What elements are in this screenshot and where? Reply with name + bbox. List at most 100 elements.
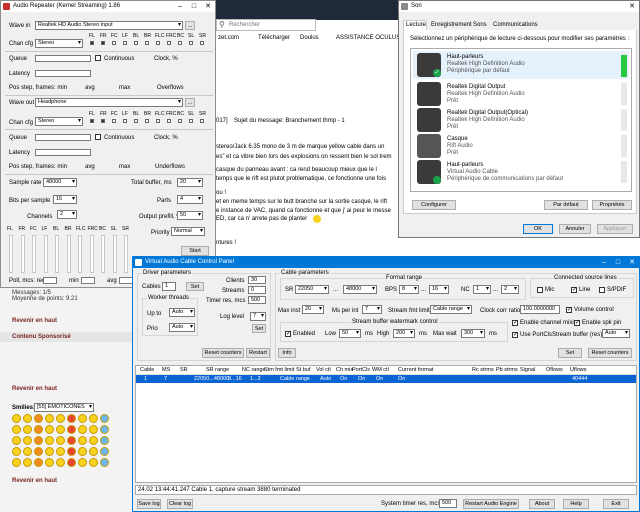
set-default-button[interactable]: Par défaut: [544, 200, 588, 210]
exit-button[interactable]: Exit: [603, 499, 629, 509]
continuous-checkbox[interactable]: [95, 55, 101, 61]
back-to-top-link[interactable]: Revenir en haut: [12, 386, 57, 393]
wave-out-more-button[interactable]: ...: [185, 98, 195, 107]
mic-checkbox[interactable]: [537, 287, 543, 293]
cancel-button[interactable]: Annuler: [559, 224, 591, 234]
help-button[interactable]: Help: [563, 499, 589, 509]
emoticon-icon[interactable]: [34, 458, 43, 467]
emoticon-icon[interactable]: [89, 414, 98, 423]
emoticon-icon[interactable]: [89, 425, 98, 434]
emoticon-icon[interactable]: [78, 447, 87, 456]
upto-select[interactable]: Auto: [169, 308, 195, 317]
channel-checkbox[interactable]: [156, 119, 160, 123]
emoticon-icon[interactable]: [12, 414, 21, 423]
emoticon-icon[interactable]: [34, 447, 43, 456]
smilies-select[interactable]: [55] EMOTICONES: [34, 403, 94, 412]
emoticon-icon[interactable]: [78, 425, 87, 434]
table-column-header[interactable]: Vol ctl: [316, 367, 331, 373]
table-column-header[interactable]: Rc strms: [472, 367, 494, 373]
wave-in-more-button[interactable]: ...: [185, 21, 195, 30]
close-icon[interactable]: ✕: [625, 1, 639, 12]
minimize-icon[interactable]: –: [173, 1, 187, 12]
emoticon-icon[interactable]: [56, 447, 65, 456]
tab-communications[interactable]: Communications: [493, 22, 538, 29]
tab-sons[interactable]: Sons: [473, 22, 487, 29]
emoticon-icon[interactable]: [100, 425, 109, 434]
bookmark-link[interactable]: Télécharger: [258, 35, 290, 42]
table-column-header[interactable]: SR range: [206, 367, 229, 373]
emoticon-icon[interactable]: [23, 447, 32, 456]
line-checkbox[interactable]: [571, 286, 577, 293]
table-column-header[interactable]: NC range: [242, 367, 266, 373]
browser-search-box[interactable]: ⚲ Rechercher: [216, 19, 316, 31]
device-row[interactable]: ✓ Haut-parleurs Realtek High Definition …: [413, 51, 629, 79]
sample-rate-select[interactable]: 48000: [43, 178, 77, 187]
channel-checkbox[interactable]: [101, 41, 105, 45]
cable-reset-counters-button[interactable]: Reset counters: [588, 348, 632, 358]
channel-checkbox[interactable]: [178, 119, 182, 123]
low-select[interactable]: 50: [339, 329, 361, 338]
back-to-top-link[interactable]: Revenir en haut: [12, 318, 57, 325]
max-wait-select[interactable]: 300: [461, 329, 485, 338]
back-to-top-link[interactable]: Revenir en haut: [12, 478, 57, 485]
save-log-button[interactable]: Save log: [137, 499, 161, 509]
info-button[interactable]: Info: [278, 348, 296, 358]
clock-corr-input[interactable]: 100.0000000: [520, 305, 560, 314]
enabled-checkbox[interactable]: [285, 330, 291, 337]
table-column-header[interactable]: PortCls: [352, 367, 370, 373]
volume-control-checkbox[interactable]: [566, 306, 572, 313]
table-column-header[interactable]: WM ctl: [372, 367, 389, 373]
table-column-header[interactable]: Ch mix: [336, 367, 353, 373]
channel-checkbox[interactable]: [112, 41, 116, 45]
channel-checkbox[interactable]: [167, 41, 171, 45]
channel-mixing-checkbox[interactable]: [512, 319, 518, 326]
restart-engine-button[interactable]: Restart Audio Engine: [463, 499, 519, 509]
cables-set-button[interactable]: Set: [186, 282, 204, 291]
emoticon-icon[interactable]: [89, 447, 98, 456]
tab-enregistrement[interactable]: Enregistrement: [431, 22, 472, 29]
channel-checkbox[interactable]: [189, 41, 193, 45]
close-icon[interactable]: ✕: [625, 257, 639, 268]
emoticon-icon[interactable]: [12, 447, 21, 456]
emoticon-icon[interactable]: [78, 436, 87, 445]
minimize-icon[interactable]: –: [597, 257, 611, 268]
emoticon-icon[interactable]: [78, 414, 87, 423]
nc-max-select[interactable]: 2: [501, 285, 519, 294]
spk-pin-checkbox[interactable]: [574, 319, 580, 326]
tab-lecture[interactable]: Lecture: [403, 20, 427, 30]
bits-select[interactable]: 16: [53, 195, 77, 204]
bps-min-select[interactable]: 8: [399, 285, 419, 294]
channel-checkbox[interactable]: [101, 119, 105, 123]
bookmark-link[interactable]: zet.com: [218, 35, 239, 42]
emoticon-icon[interactable]: [100, 458, 109, 467]
emoticon-icon[interactable]: [89, 436, 98, 445]
emoticon-icon[interactable]: [23, 425, 32, 434]
reset-counters-button[interactable]: Reset counters: [202, 348, 244, 358]
device-row[interactable]: Casque Rift Audio Prêt: [413, 133, 629, 159]
start-button[interactable]: Start: [181, 246, 209, 256]
channel-checkbox[interactable]: [90, 41, 94, 45]
table-column-header[interactable]: Uflows: [570, 367, 587, 373]
emoticon-icon[interactable]: [45, 458, 54, 467]
table-column-header[interactable]: Current format: [398, 367, 433, 373]
emoticon-icon[interactable]: [56, 414, 65, 423]
emoticon-icon[interactable]: [45, 425, 54, 434]
emoticon-icon[interactable]: [78, 458, 87, 467]
channel-checkbox[interactable]: [145, 41, 149, 45]
emoticon-icon[interactable]: [23, 436, 32, 445]
table-column-header[interactable]: Cable: [140, 367, 154, 373]
emoticon-icon[interactable]: [67, 447, 76, 456]
wave-in-select[interactable]: Realtek HD Audio Stereo input: [35, 21, 183, 30]
cables-input[interactable]: 1: [162, 282, 176, 291]
channel-checkbox[interactable]: [167, 119, 171, 123]
emoticon-icon[interactable]: [56, 458, 65, 467]
high-select[interactable]: 200: [393, 329, 415, 338]
table-column-header[interactable]: Stm fmt limit: [264, 367, 294, 373]
channels-select[interactable]: 2: [57, 210, 77, 219]
channel-checkbox[interactable]: [156, 41, 160, 45]
table-column-header[interactable]: SR: [180, 367, 188, 373]
emoticon-icon[interactable]: [23, 458, 32, 467]
emoticon-icon[interactable]: [23, 414, 32, 423]
properties-button[interactable]: Propriétés: [592, 200, 632, 210]
channel-checkbox[interactable]: [112, 119, 116, 123]
